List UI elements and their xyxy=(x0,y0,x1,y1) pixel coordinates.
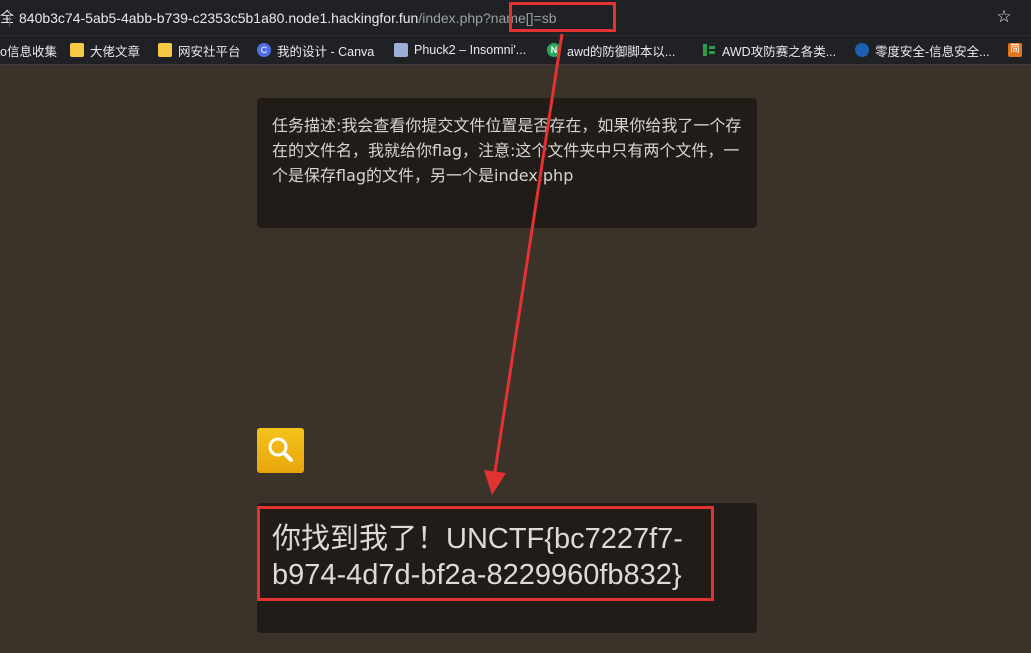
bookmark-label: AWD攻防赛之各类... xyxy=(722,44,837,59)
bookmark-label: o信息收集 xyxy=(0,44,57,59)
bookmark-security-platform[interactable]: 网安社平台 xyxy=(158,40,241,60)
result-card: 你找到我了！UNCTF{bc7227f7-b974-4d7d-bf2a-8229… xyxy=(257,503,757,633)
flag-result: 你找到我了！UNCTF{bc7227f7-b974-4d7d-bf2a-8229… xyxy=(272,523,683,591)
star-icon[interactable]: ☆ xyxy=(994,7,1014,27)
bookmark-label: 大佬文章 xyxy=(90,44,141,59)
bookmark-label: 网安社平台 xyxy=(178,44,241,59)
bookmark-canva[interactable]: C 我的设计 - Canva xyxy=(257,40,374,60)
address-bar[interactable]: 840b3c74-5ab5-4abb-b739-c2353c5b1a80.nod… xyxy=(19,9,557,27)
document-icon xyxy=(394,43,408,57)
green-logo-icon xyxy=(702,43,716,57)
search-icon xyxy=(268,437,293,462)
bookmark-label: 我的设计 - Canva xyxy=(277,44,375,59)
search-button[interactable] xyxy=(257,428,304,473)
bookmark-lingdu-security[interactable]: 零度安全-信息安全... xyxy=(855,40,990,60)
bookmarks-bar: o信息收集 大佬文章 网安社平台 C 我的设计 - Canva Phuck2 –… xyxy=(0,36,1031,65)
bookmark-label: 零度安全-信息安全... xyxy=(875,44,990,59)
url-host: 840b3c74-5ab5-4abb-b739-c2353c5b1a80.nod… xyxy=(19,10,419,26)
bookmark-phuck2[interactable]: Phuck2 – Insomni'... xyxy=(394,40,526,60)
bookmark-awd-attack[interactable]: AWD攻防赛之各类... xyxy=(702,40,836,60)
bookmark-info-collection[interactable]: o信息收集 xyxy=(0,40,57,60)
bookmark-awd-defense[interactable]: N awd的防御脚本以... xyxy=(547,40,675,60)
bookmark-jian[interactable]: 简 xyxy=(1008,40,1022,60)
folder-icon xyxy=(158,43,172,57)
n-icon: N xyxy=(547,43,561,57)
globe-icon xyxy=(855,43,869,57)
bookmark-dalao-articles[interactable]: 大佬文章 xyxy=(70,40,140,60)
bookmark-label: awd的防御脚本以... xyxy=(567,44,676,59)
folder-icon xyxy=(70,43,84,57)
orange-icon: 简 xyxy=(1008,43,1022,57)
url-query-highlight xyxy=(509,2,616,32)
url-divider xyxy=(9,10,10,26)
task-description-card: 任务描述:我会查看你提交文件位置是否存在，如果你给我了一个存在的文件名，我就给你… xyxy=(257,98,757,228)
site-info-fragment[interactable]: 全 xyxy=(0,9,14,27)
url-path: /index.php xyxy=(418,10,483,26)
task-description: 任务描述:我会查看你提交文件位置是否存在，如果你给我了一个存在的文件名，我就给你… xyxy=(272,116,742,185)
canva-icon: C xyxy=(257,43,271,57)
bookmark-label: Phuck2 – Insomni'... xyxy=(414,43,527,57)
